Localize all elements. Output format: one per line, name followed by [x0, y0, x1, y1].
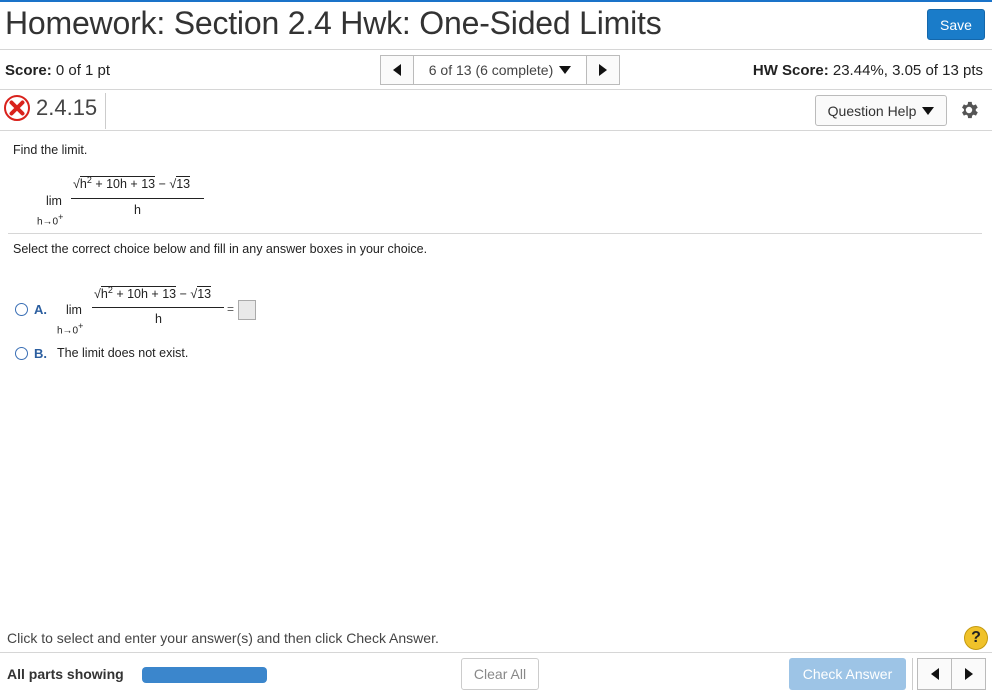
instructions: Select the correct choice below and fill… [13, 242, 428, 256]
lim-approach: h→0 [57, 325, 79, 337]
next-question-button[interactable] [586, 55, 620, 85]
question-select-dropdown[interactable]: 6 of 13 (6 complete) [414, 55, 586, 85]
radicand-rest: + 10h + 13 [91, 177, 156, 192]
arrow-left-icon [393, 64, 401, 76]
question-position-label: 6 of 13 (6 complete) [428, 62, 554, 78]
divider [0, 49, 992, 50]
footer-previous-button[interactable] [917, 658, 952, 690]
arrow-right-icon [964, 668, 973, 680]
hw-score-label: HW Score: [752, 62, 829, 79]
lim-text: lim [46, 194, 62, 208]
sqrt-13: 13 [197, 286, 212, 302]
divider [912, 658, 913, 690]
progress-bar [142, 667, 267, 683]
numerator: √h2 + 10h + 13 − √13 [94, 285, 212, 302]
arrow-right-icon [599, 64, 607, 76]
hw-score: HW Score: 23.44%, 3.05 of 13 pts [753, 62, 983, 79]
option-b-text: The limit does not exist. [57, 346, 189, 360]
question-navigator: 6 of 13 (6 complete) [380, 55, 620, 85]
option-b-radio[interactable] [15, 347, 28, 360]
option-b-label: B. [34, 346, 47, 361]
minus-sign: − [155, 177, 170, 192]
score-label: Score: [5, 62, 52, 79]
divider [0, 652, 992, 653]
option-a-label: A. [34, 302, 47, 317]
footer-instructions: Click to select and enter your answer(s)… [7, 630, 439, 646]
question-number: 2.4.15 [36, 95, 98, 120]
caret-down-icon [559, 66, 572, 74]
help-icon[interactable]: ? [964, 626, 988, 650]
answer-input[interactable] [238, 300, 256, 320]
question-help-label: Question Help [827, 102, 917, 119]
top-accent-line [0, 0, 992, 2]
score: Score: 0 of 1 pt [5, 62, 110, 79]
denominator: h [155, 312, 162, 326]
lim-side: + [58, 212, 64, 222]
radicand-rest: + 10h + 13 [112, 287, 177, 302]
question-prompt: Find the limit. [13, 143, 88, 157]
save-button[interactable]: Save [927, 9, 985, 40]
divider [0, 89, 992, 90]
page-title: Homework: Section 2.4 Hwk: One-Sided Lim… [5, 5, 662, 41]
lim-subscript: h→0+ [37, 212, 63, 227]
radicand-var: h [79, 177, 87, 192]
radicand-var: h [100, 287, 108, 302]
x-icon [4, 95, 30, 121]
check-answer-button[interactable]: Check Answer [789, 658, 906, 690]
divider [105, 93, 106, 129]
clear-all-button[interactable]: Clear All [461, 658, 539, 690]
arrow-left-icon [930, 668, 939, 680]
fraction-bar [71, 198, 204, 199]
question-help-button[interactable]: Question Help [815, 95, 947, 126]
all-parts-label: All parts showing [7, 666, 124, 682]
score-value: 0 of 1 pt [55, 62, 111, 79]
question-header: 2.4.15 [4, 95, 97, 121]
lim-subscript: h→0+ [57, 321, 83, 336]
lim-text: lim [66, 303, 82, 317]
equals-sign: = [227, 302, 235, 316]
gear-icon[interactable] [958, 99, 980, 121]
divider [8, 233, 982, 234]
sqrt-13: 13 [176, 176, 191, 192]
lim-side: + [78, 321, 84, 331]
denominator: h [134, 203, 141, 217]
hw-score-value: 23.44%, 3.05 of 13 pts [832, 62, 983, 79]
divider [0, 130, 992, 131]
fraction-bar [92, 307, 224, 308]
previous-question-button[interactable] [380, 55, 414, 85]
minus-sign: − [176, 287, 191, 302]
numerator: √h2 + 10h + 13 − √13 [73, 175, 191, 192]
footer-next-button[interactable] [951, 658, 986, 690]
caret-down-icon [922, 106, 935, 115]
option-a-radio[interactable] [15, 303, 28, 316]
lim-approach: h→0 [37, 216, 59, 228]
